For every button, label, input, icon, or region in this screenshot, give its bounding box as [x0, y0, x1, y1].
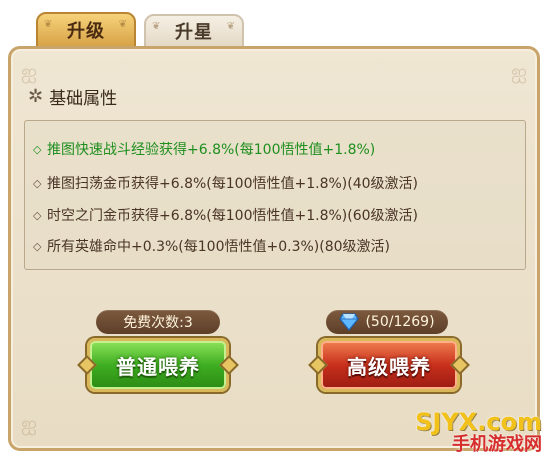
- tab-star-up-label: 升星: [175, 22, 213, 43]
- advanced-feed-label: 高级喂养: [347, 354, 431, 379]
- attribute-row: ◇ 所有英雄命中+0.3%(每100悟性值+0.3%)(80级激活): [33, 235, 390, 257]
- attribute-text: 推图快速战斗经验获得+6.8%(每100悟性值+1.8%): [47, 142, 376, 158]
- gem-count-badge: (50/1269): [326, 310, 448, 334]
- diamond-gem-icon: [339, 313, 360, 331]
- tab-ornament-icon: ❦: [152, 21, 162, 32]
- tab-bar: ❦ 升级 ❦ ❦ 升星 ❦: [0, 0, 548, 48]
- tab-ornament-icon: ❦: [44, 19, 54, 30]
- watermark-site: SJYX.com: [415, 408, 542, 436]
- gem-count-text: (50/1269): [365, 314, 435, 330]
- free-count-text: 免费次数:3: [123, 315, 193, 331]
- attribute-list: ◇ 推图快速战斗经验获得+6.8%(每100悟性值+1.8%) ◇ 推图扫荡金币…: [24, 120, 526, 270]
- diamond-bullet-icon: ◇: [33, 208, 42, 222]
- attribute-text: 所有英雄命中+0.3%(每100悟性值+0.3%)(80级激活): [47, 239, 390, 255]
- tab-ornament-icon: ❦: [118, 19, 128, 30]
- swirl-ornament-icon: ஐ: [21, 411, 38, 435]
- attribute-row: ◇ 推图扫荡金币获得+6.8%(每100悟性值+1.8%)(40级激活): [33, 172, 418, 194]
- tab-star-up[interactable]: ❦ 升星 ❦: [144, 14, 244, 48]
- diamond-bullet-icon: ◇: [33, 176, 42, 190]
- diamond-bullet-icon: ◇: [33, 142, 42, 156]
- free-count-badge: 免费次数:3: [96, 310, 220, 334]
- tab-upgrade[interactable]: ❦ 升级 ❦: [36, 12, 136, 48]
- normal-feed-label: 普通喂养: [116, 354, 200, 379]
- star-icon: ✲: [28, 86, 44, 107]
- site-watermark: SJYX.com 手机游戏网: [415, 410, 542, 454]
- swirl-ornament-icon: ஐ: [510, 59, 527, 83]
- attribute-row: ◇ 时空之门金币获得+6.8%(每100悟性值+1.8%)(60级激活): [33, 204, 418, 226]
- diamond-bullet-icon: ◇: [33, 239, 42, 253]
- attribute-text: 推图扫荡金币获得+6.8%(每100悟性值+1.8%)(40级激活): [47, 176, 418, 192]
- normal-feed-button[interactable]: 普通喂养: [77, 338, 239, 392]
- tab-upgrade-label: 升级: [67, 21, 105, 42]
- attribute-row: ◇ 推图快速战斗经验获得+6.8%(每100悟性值+1.8%): [33, 138, 375, 160]
- attribute-text: 时空之门金币获得+6.8%(每100悟性值+1.8%)(60级激活): [47, 208, 418, 224]
- tab-ornament-icon: ❦: [226, 21, 236, 32]
- section-title-text: 基础属性: [49, 89, 118, 109]
- section-title: ✲ 基础属性: [28, 84, 117, 109]
- advanced-feed-button[interactable]: 高级喂养: [308, 338, 470, 392]
- watermark-name: 手机游戏网: [452, 434, 542, 455]
- swirl-ornament-icon: ஐ: [21, 59, 38, 83]
